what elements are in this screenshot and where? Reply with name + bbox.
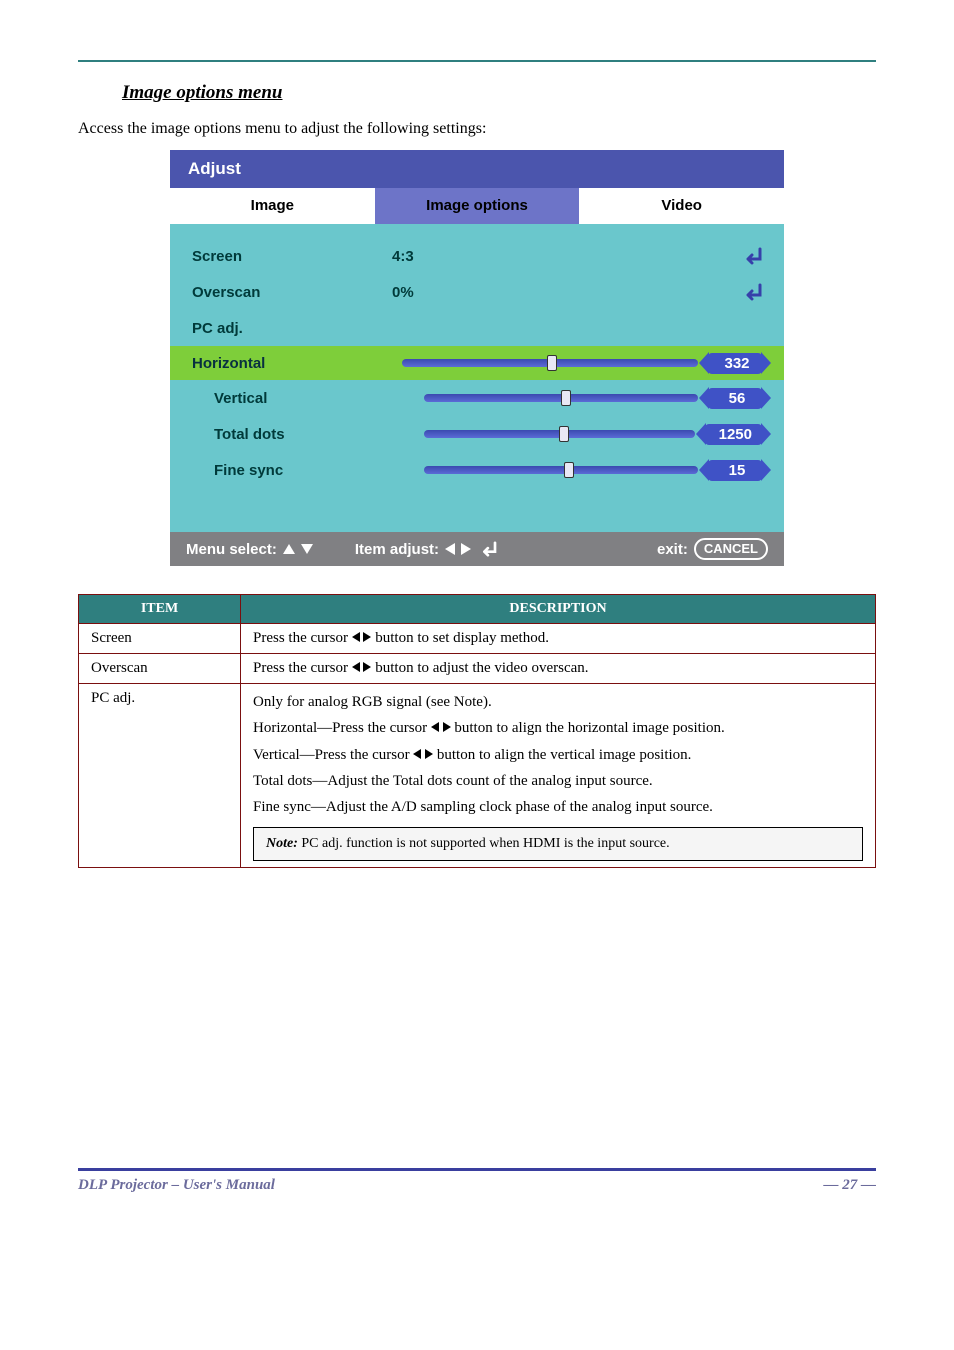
slider-fine-sync[interactable] [414,466,708,474]
footer-exit: exit: [657,541,688,558]
slider-vertical[interactable] [414,394,708,402]
cell-overscan-item: Overscan [79,654,241,684]
enter-icon [740,283,762,301]
note-box: Note: PC adj. function is not supported … [253,827,863,861]
row-fine-sync[interactable]: Fine sync 15 [192,452,762,488]
row-screen-desc: Screen Press the cursor button to set di… [79,624,876,654]
footer-item-adjust: Item adjust: [355,541,439,558]
page-footer: DLP Projector – User's Manual — 27 — [78,1168,876,1194]
section-title-link[interactable]: Image options menu [122,82,282,104]
row-vertical-label: Vertical [214,390,414,407]
row-overscan[interactable]: Overscan 0% [192,274,762,310]
enter-icon [740,247,762,265]
osd-footer: Menu select: Item adjust: exit: CANCEL [170,532,784,566]
arrow-right-icon [363,662,371,672]
arrow-left-icon [431,722,439,732]
row-total-dots-label: Total dots [214,426,414,443]
arrow-right-icon [461,543,471,555]
row-pc-adj[interactable]: PC adj. [192,310,762,346]
cell-overscan-desc: Press the cursor button to adjust the vi… [241,654,876,684]
description-table: ITEM DESCRIPTION Screen Press the cursor… [78,594,876,868]
tab-image-options[interactable]: Image options [375,188,580,224]
row-horizontal[interactable]: Horizontal 332 [170,346,784,380]
row-pc-adj-label: PC adj. [192,320,392,337]
arrow-right-icon [425,749,433,759]
arrow-left-icon [352,632,360,642]
osd-panel: Adjust Image Image options Video Screen … [170,150,784,566]
row-screen-value: 4:3 [392,248,552,265]
row-total-dots[interactable]: Total dots 1250 [192,416,762,452]
tab-video[interactable]: Video [579,188,784,224]
row-pcadj-desc: PC adj. Only for analog RGB signal (see … [79,684,876,868]
section-lead: Access the image options menu to adjust … [78,120,876,138]
enter-icon [477,541,497,557]
footer-menu-select: Menu select: [186,541,277,558]
cell-screen-desc: Press the cursor button to set display m… [241,624,876,654]
footer-left: DLP Projector – User's Manual [78,1177,275,1194]
row-overscan-label: Overscan [192,284,392,301]
arrow-right-icon [443,722,451,732]
badge-total-dots: 1250 [705,424,762,445]
arrow-down-icon [301,544,313,554]
header-item: ITEM [79,595,241,624]
osd-title: Adjust [170,150,784,188]
row-overscan-desc: Overscan Press the cursor button to adju… [79,654,876,684]
row-horizontal-label: Horizontal [192,355,392,372]
row-screen[interactable]: Screen 4:3 [192,238,762,274]
badge-vertical: 56 [708,388,762,409]
arrow-up-icon [283,544,295,554]
row-vertical[interactable]: Vertical 56 [192,380,762,416]
cancel-button-icon: CANCEL [694,538,768,560]
slider-horizontal[interactable] [392,359,708,367]
slider-total-dots[interactable] [414,430,705,438]
osd-tabs: Image Image options Video [170,188,784,224]
badge-horizontal: 332 [708,353,762,374]
cell-screen-item: Screen [79,624,241,654]
cell-pcadj-desc: Only for analog RGB signal (see Note). H… [241,684,876,868]
arrow-right-icon [363,632,371,642]
row-overscan-value: 0% [392,284,552,301]
cell-pcadj-item: PC adj. [79,684,241,868]
row-fine-sync-label: Fine sync [214,462,414,479]
arrow-left-icon [413,749,421,759]
header-desc: DESCRIPTION [241,595,876,624]
badge-fine-sync: 15 [708,460,762,481]
row-screen-label: Screen [192,248,392,265]
arrow-left-icon [445,543,455,555]
footer-right: — 27 — [824,1177,877,1194]
arrow-left-icon [352,662,360,672]
tab-image[interactable]: Image [170,188,375,224]
